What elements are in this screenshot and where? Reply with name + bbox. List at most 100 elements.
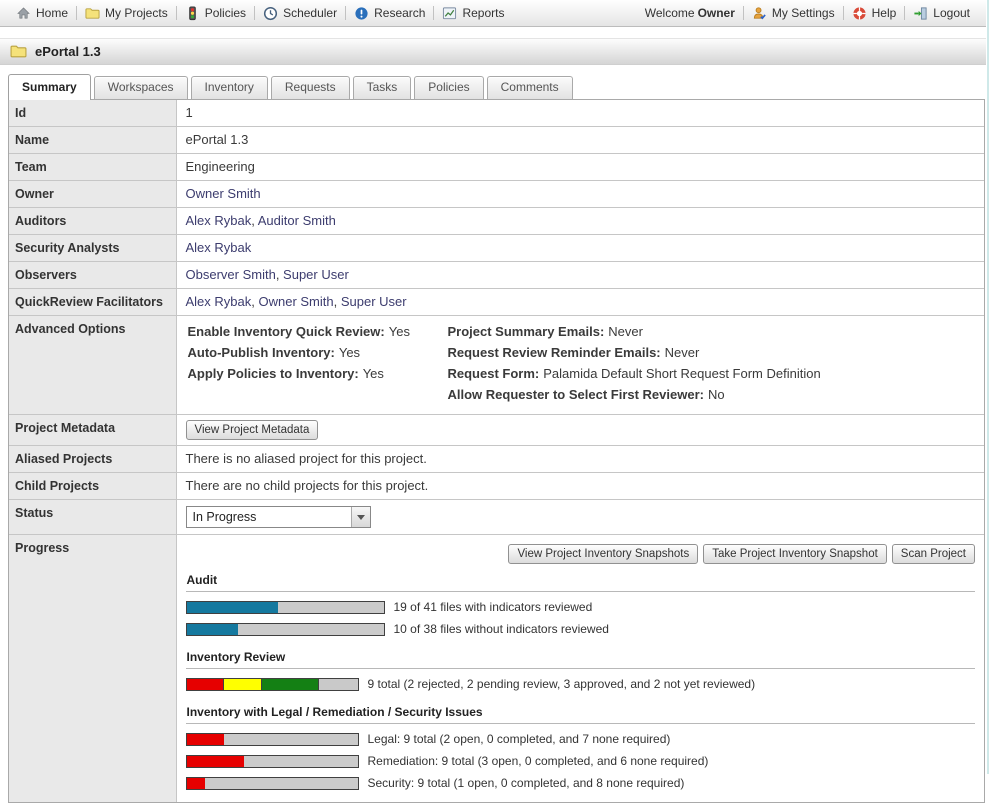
bar-label: 10 of 38 files without indicators review… <box>394 621 609 637</box>
nav-research-label: Research <box>374 6 425 20</box>
user-link[interactable]: Auditor Smith <box>258 213 336 228</box>
advanced-options-cell: Enable Inventory Quick Review:Yes Auto-P… <box>176 316 984 415</box>
row-label-quickreview-facilitators: QuickReview Facilitators <box>9 289 176 316</box>
segment-rejected <box>187 679 225 690</box>
bar-label: 9 total (2 rejected, 2 pending review, 3… <box>368 676 756 692</box>
nav-home[interactable]: Home <box>8 6 76 21</box>
home-icon <box>16 6 31 21</box>
segment-approved <box>262 679 319 690</box>
row-label-owner: Owner <box>9 181 176 208</box>
table-row: Progress View Project Inventory Snapshot… <box>9 535 984 803</box>
auditors-links: Alex Rybak, Auditor Smith <box>176 208 984 235</box>
row-label-aliased-projects: Aliased Projects <box>9 446 176 473</box>
inventory-review-row: 9 total (2 rejected, 2 pending review, 3… <box>186 676 976 692</box>
row-label-observers: Observers <box>9 262 176 289</box>
folder-icon <box>85 6 100 21</box>
advanced-option: Enable Inventory Quick Review:Yes <box>188 324 448 340</box>
info-circle-icon <box>354 6 369 21</box>
tab-inventory[interactable]: Inventory <box>191 76 268 99</box>
row-label-status: Status <box>9 500 176 535</box>
progress-cell: View Project Inventory Snapshots Take Pr… <box>176 535 984 803</box>
row-label-project-metadata: Project Metadata <box>9 415 176 446</box>
user-link[interactable]: Alex Rybak <box>186 240 252 255</box>
nav-my-projects[interactable]: My Projects <box>77 6 176 21</box>
nav-my-settings[interactable]: My Settings <box>744 6 843 21</box>
tab-tasks[interactable]: Tasks <box>353 76 412 99</box>
row-label-team: Team <box>9 154 176 181</box>
user-link[interactable]: Super User <box>341 294 407 309</box>
table-row: Security Analysts Alex Rybak <box>9 235 984 262</box>
tab-bar: Summary Workspaces Inventory Requests Ta… <box>8 73 993 99</box>
segment-pending-review <box>224 679 262 690</box>
bar-label: Legal: 9 total (2 open, 0 completed, and… <box>368 731 671 747</box>
person-check-icon <box>752 6 767 21</box>
tab-requests[interactable]: Requests <box>271 76 350 99</box>
advanced-option: Apply Policies to Inventory:Yes <box>188 366 448 382</box>
scan-project-button[interactable]: Scan Project <box>892 544 975 564</box>
audit-bar-with-indicators <box>186 601 385 614</box>
row-label-security-analysts: Security Analysts <box>9 235 176 262</box>
advanced-option: Project Summary Emails:Never <box>448 324 821 340</box>
bar-fill <box>187 734 225 745</box>
table-row: Child Projects There are no child projec… <box>9 473 984 500</box>
welcome-prefix: Welcome <box>645 6 695 20</box>
user-link[interactable]: Alex Rybak <box>186 213 252 228</box>
status-select[interactable]: In Progress <box>186 506 371 528</box>
child-projects-value: There are no child projects for this pro… <box>176 473 984 500</box>
security-analysts-links: Alex Rybak <box>176 235 984 262</box>
nav-home-label: Home <box>36 6 68 20</box>
nav-logout-label: Logout <box>933 6 970 20</box>
audit-bar-without-indicators <box>186 623 385 636</box>
nav-reports[interactable]: Reports <box>434 6 512 21</box>
legal-issues-row: Legal: 9 total (2 open, 0 completed, and… <box>186 731 976 747</box>
user-link[interactable]: Alex Rybak <box>186 294 252 309</box>
tab-workspaces[interactable]: Workspaces <box>94 76 188 99</box>
summary-panel: Id 1 Name ePortal 1.3 Team Engineering O… <box>8 99 985 803</box>
id-value: 1 <box>176 100 984 127</box>
nav-scheduler[interactable]: Scheduler <box>255 6 345 21</box>
user-link[interactable]: Observer Smith <box>186 267 276 282</box>
take-inventory-snapshot-button[interactable]: Take Project Inventory Snapshot <box>703 544 887 564</box>
nav-my-settings-label: My Settings <box>772 6 835 20</box>
advanced-options-left-column: Enable Inventory Quick Review:Yes Auto-P… <box>188 324 448 403</box>
view-project-metadata-button[interactable]: View Project Metadata <box>186 420 319 440</box>
audit-section-title: Audit <box>186 572 976 592</box>
user-link[interactable]: Owner Smith <box>186 186 261 201</box>
table-row: Project Metadata View Project Metadata <box>9 415 984 446</box>
row-label-child-projects: Child Projects <box>9 473 176 500</box>
user-link[interactable]: Owner Smith <box>258 294 333 309</box>
clock-icon <box>263 6 278 21</box>
tab-summary[interactable]: Summary <box>8 74 91 100</box>
project-title-bar: ePortal 1.3 <box>0 38 986 65</box>
nav-help[interactable]: Help <box>844 6 905 21</box>
table-row: Id 1 <box>9 100 984 127</box>
folder-icon <box>10 43 27 60</box>
remediation-issues-bar <box>186 755 359 768</box>
nav-logout[interactable]: Logout <box>905 6 978 21</box>
tab-comments[interactable]: Comments <box>487 76 573 99</box>
bar-fill <box>187 756 244 767</box>
nav-scheduler-label: Scheduler <box>283 6 337 20</box>
nav-left-group: Home My Projects Policies Scheduler Rese… <box>8 6 513 21</box>
tab-policies[interactable]: Policies <box>414 76 483 99</box>
issues-section-title: Inventory with Legal / Remediation / Sec… <box>186 704 976 724</box>
user-link[interactable]: Super User <box>283 267 349 282</box>
bar-fill <box>187 624 239 635</box>
bar-fill <box>187 602 278 613</box>
table-row: Owner Owner Smith <box>9 181 984 208</box>
snapshot-buttons-row: View Project Inventory Snapshots Take Pr… <box>186 544 976 564</box>
welcome-username: Owner <box>698 6 735 20</box>
table-row: Name ePortal 1.3 <box>9 127 984 154</box>
row-label-auditors: Auditors <box>9 208 176 235</box>
nav-policies[interactable]: Policies <box>177 6 254 21</box>
bar-label: Security: 9 total (1 open, 0 completed, … <box>368 775 685 791</box>
advanced-option: Auto-Publish Inventory:Yes <box>188 345 448 361</box>
top-navigation: Home My Projects Policies Scheduler Rese… <box>0 0 986 27</box>
bar-label: Remediation: 9 total (3 open, 0 complete… <box>368 753 709 769</box>
security-issues-bar <box>186 777 359 790</box>
view-inventory-snapshots-button[interactable]: View Project Inventory Snapshots <box>508 544 698 564</box>
audit-with-indicators-row: 19 of 41 files with indicators reviewed <box>186 599 976 615</box>
nav-research[interactable]: Research <box>346 6 433 21</box>
advanced-options-right-column: Project Summary Emails:Never Request Rev… <box>448 324 821 403</box>
owner-links: Owner Smith <box>176 181 984 208</box>
